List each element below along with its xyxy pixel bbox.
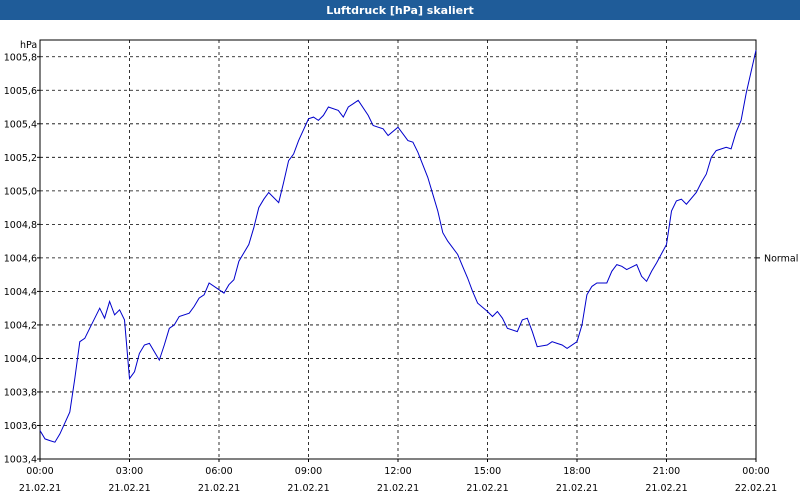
x-tick-date-label: 22.02.21: [735, 483, 777, 494]
x-tick-date-label: 21.02.21: [377, 483, 419, 494]
x-tick-date-label: 21.02.21: [466, 483, 508, 494]
x-tick-time-label: 15:00: [474, 466, 501, 477]
chart-title: Luftdruck [hPa] skaliert: [0, 0, 800, 20]
y-axis-unit: hPa: [20, 40, 37, 51]
x-tick-time-label: 12:00: [384, 466, 411, 477]
x-tick-time-label: 00:00: [742, 466, 769, 477]
y-tick-label: 1004,8: [4, 220, 37, 231]
normal-reference-label: Normal: [764, 253, 798, 264]
y-tick-label: 1005,0: [4, 186, 37, 197]
y-tick-label: 1004,4: [4, 287, 37, 298]
x-tick-date-label: 21.02.21: [287, 483, 329, 494]
y-tick-label: 1003,4: [4, 455, 37, 466]
x-tick-time-label: 21:00: [653, 466, 680, 477]
axes: 1003,4 1003,6 1003,8 1004,0 1004,2 1004,4 1004…: [4, 52, 777, 494]
x-tick-date-label: 21.02.21: [198, 483, 240, 494]
y-tick-label: 1003,8: [4, 387, 37, 398]
grid: [40, 40, 756, 459]
x-tick-time-label: 00:00: [26, 466, 53, 477]
y-tick-label: 1004,6: [4, 253, 37, 264]
y-tick-label: 1005,8: [4, 52, 37, 63]
pressure-chart: 1003,4 1003,6 1003,8 1004,0 1004,2 1004,4 1004…: [4, 39, 798, 494]
x-tick-date-label: 21.02.21: [108, 483, 150, 494]
y-tick-label: 1003,6: [4, 421, 37, 432]
x-tick-date-label: 21.02.21: [645, 483, 687, 494]
x-tick-date-label: 21.02.21: [556, 483, 598, 494]
y-tick-label: 1004,2: [4, 320, 37, 331]
x-tick-time-label: 06:00: [205, 466, 232, 477]
y-tick-label: 1004,0: [4, 354, 37, 365]
y-tick-label: 1005,2: [4, 153, 37, 164]
x-tick-time-label: 09:00: [295, 466, 322, 477]
x-tick-date-label: 21.02.21: [19, 483, 61, 494]
x-tick-time-label: 18:00: [563, 466, 590, 477]
y-tick-label: 1005,4: [4, 119, 37, 130]
x-tick-time-label: 03:00: [116, 466, 143, 477]
y-tick-label: 1005,6: [4, 86, 37, 97]
